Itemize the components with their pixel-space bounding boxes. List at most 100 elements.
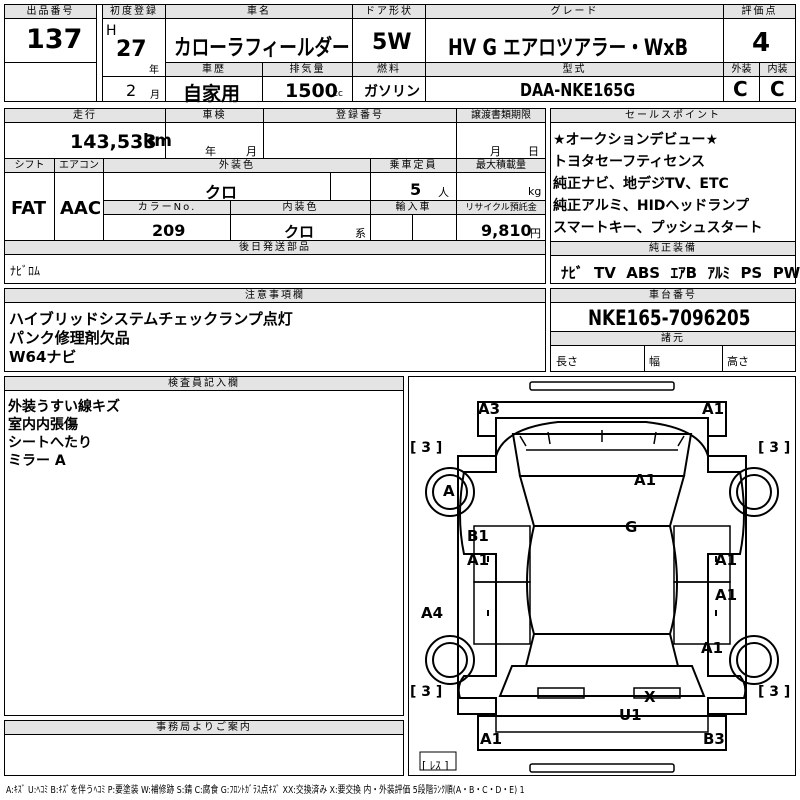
first-reg-label: 初度登録 — [103, 5, 165, 19]
ext-label: 外装 — [724, 63, 759, 77]
width-label: 幅 — [649, 355, 660, 368]
transfer-label: 譲渡書類期限 — [457, 109, 545, 123]
sales-point-label: セールスポイント — [551, 109, 795, 123]
mark-door-fl-1: B1 — [467, 527, 489, 545]
inspector-line: シートへたり — [8, 435, 92, 451]
car-diagram — [419, 381, 779, 773]
mark-hood: A1 — [634, 471, 657, 489]
mark-tire-fl: A — [443, 482, 455, 500]
tire-depth-rr: [ 3 ] — [758, 684, 791, 700]
mark-rear-fender-r: A1 — [701, 639, 724, 657]
capacity: 5 — [410, 180, 422, 199]
equip-item: TV — [593, 264, 616, 282]
era: H — [106, 23, 117, 39]
displacement: 1500 — [285, 80, 338, 102]
mark-door-fr: A1 — [715, 551, 738, 569]
legend: A:ｷｽﾞ U:ﾍｺﾐ B:ｷｽﾞを伴うﾍｺﾐ P:要塗装 W:補修跡 S:錆 … — [6, 785, 525, 796]
office-label: 事務局よりご案内 — [5, 721, 403, 735]
import-label: 輸入車 — [371, 201, 456, 215]
car-name-label: 車名 — [166, 5, 352, 19]
mark-rear-left: A1 — [480, 730, 503, 748]
sales-point-line: 純正アルミ、HIDヘッドランプ — [553, 198, 749, 214]
transfer-month: 月 — [490, 145, 501, 158]
length-label: 長さ — [556, 355, 578, 368]
score: 4 — [752, 28, 771, 58]
equip-item: ABS — [626, 264, 661, 282]
notes-label: 注意事項欄 — [5, 289, 545, 303]
mark-rear-bumper: U1 — [619, 706, 642, 724]
reg-month: 2 — [126, 81, 137, 100]
fuel: ガソリン — [364, 84, 420, 100]
ext-grade: C — [733, 77, 748, 101]
mileage-label: 走行 — [5, 109, 165, 123]
reg-month-unit: 月 — [150, 90, 160, 101]
mark-rear-right: B3 — [703, 730, 725, 748]
tire-depth-fr: [ 3 ] — [758, 440, 791, 456]
later-parts: ﾅﾋﾞﾛﾑ — [10, 264, 41, 278]
shift-label: シフト — [5, 159, 54, 173]
inspection-year: 年 — [205, 145, 216, 158]
load-unit: kg — [528, 185, 542, 198]
note-line: W64ナビ — [9, 348, 77, 366]
mileage-unit: km — [143, 131, 173, 151]
tire-depth-rl: [ 3 ] — [410, 684, 443, 700]
note-line: ハイブリッドシステムチェックランプ点灯 — [9, 310, 293, 328]
inspector-line: 外装うすい線キズ — [8, 399, 120, 415]
inspection-month: 月 — [246, 145, 257, 158]
shift: FAT — [11, 198, 47, 219]
capacity-label: 乗車定員 — [371, 159, 456, 173]
later-parts-label: 後日発送部品 — [5, 241, 545, 255]
mark-door-fl-2: A1 — [467, 551, 490, 569]
int-grade: C — [770, 77, 785, 101]
sales-point-line: 純正ナビ、地デジTV、ETC — [553, 176, 729, 192]
recycle-fee: 9,810 — [481, 221, 532, 240]
interior-color: クロ — [284, 223, 315, 241]
mark-glass: G — [625, 518, 638, 536]
lot-label: 出品番号 — [5, 5, 96, 19]
reg-year: 27 — [116, 37, 147, 62]
sales-point-line: スマートキー、プッシュスタート — [553, 220, 763, 236]
color-number: 209 — [152, 221, 186, 240]
mark-front-right: A1 — [702, 400, 725, 418]
chassis-label: 車台番号 — [551, 289, 795, 303]
mark-front-left: A3 — [478, 400, 501, 418]
plate-label: 登録番号 — [264, 109, 456, 123]
interior-color-label: 内装色 — [231, 201, 370, 215]
height-label: 高さ — [727, 355, 749, 368]
mark-rear-fender-l: A4 — [421, 604, 444, 622]
note-line: パンク修理剤欠品 — [9, 329, 130, 347]
door-type: 5W — [372, 30, 412, 55]
equip-item: ｱﾙﾐ — [707, 264, 730, 282]
equip-item: ｴｱB — [670, 264, 698, 282]
ac-label: エアコン — [55, 159, 103, 173]
car-name: カローラフィールダー — [174, 36, 350, 61]
reg-year-unit: 年 — [149, 65, 159, 76]
equip-item: ﾅﾋﾞ — [561, 264, 584, 282]
int-label: 内装 — [760, 63, 795, 77]
equip-item: PW — [772, 264, 800, 282]
color-no-label: カラーNo. — [104, 201, 230, 215]
chassis-number: NKE165-7096205 — [588, 306, 751, 330]
equip-item: PS — [740, 264, 763, 282]
recycle-unit: 円 — [530, 227, 541, 240]
displacement-unit: cc — [333, 89, 343, 99]
transfer-day: 日 — [528, 145, 539, 158]
displacement-label: 排気量 — [263, 63, 352, 77]
specs-label: 諸元 — [551, 332, 795, 346]
tire-depth-fl: [ 3 ] — [410, 440, 443, 456]
aircon: AAC — [60, 198, 102, 219]
model-label: 型式 — [426, 63, 723, 77]
sales-point-line: トヨタセーフティセンス — [553, 154, 706, 170]
equipment-list: ﾅﾋﾞ TV ABS ｴｱB ｱﾙﾐ PS PW — [561, 262, 800, 283]
model-code: DAA-NKE165G — [520, 80, 636, 101]
recycle-label: リサイクル預託金 — [457, 201, 545, 215]
capacity-unit: 人 — [438, 186, 449, 199]
lot-number: 137 — [26, 24, 83, 55]
score-label: 評価点 — [724, 5, 795, 19]
history-label: 車歴 — [166, 63, 262, 77]
spare-tire: [ ﾚｽ ] — [422, 759, 449, 772]
mark-trunk: X — [644, 688, 656, 706]
door-label: ドア形状 — [353, 5, 425, 19]
sales-point-line: ★オークションデビュー★ — [553, 132, 719, 148]
grade: HV G エアロツアラー・WxB — [448, 36, 689, 61]
